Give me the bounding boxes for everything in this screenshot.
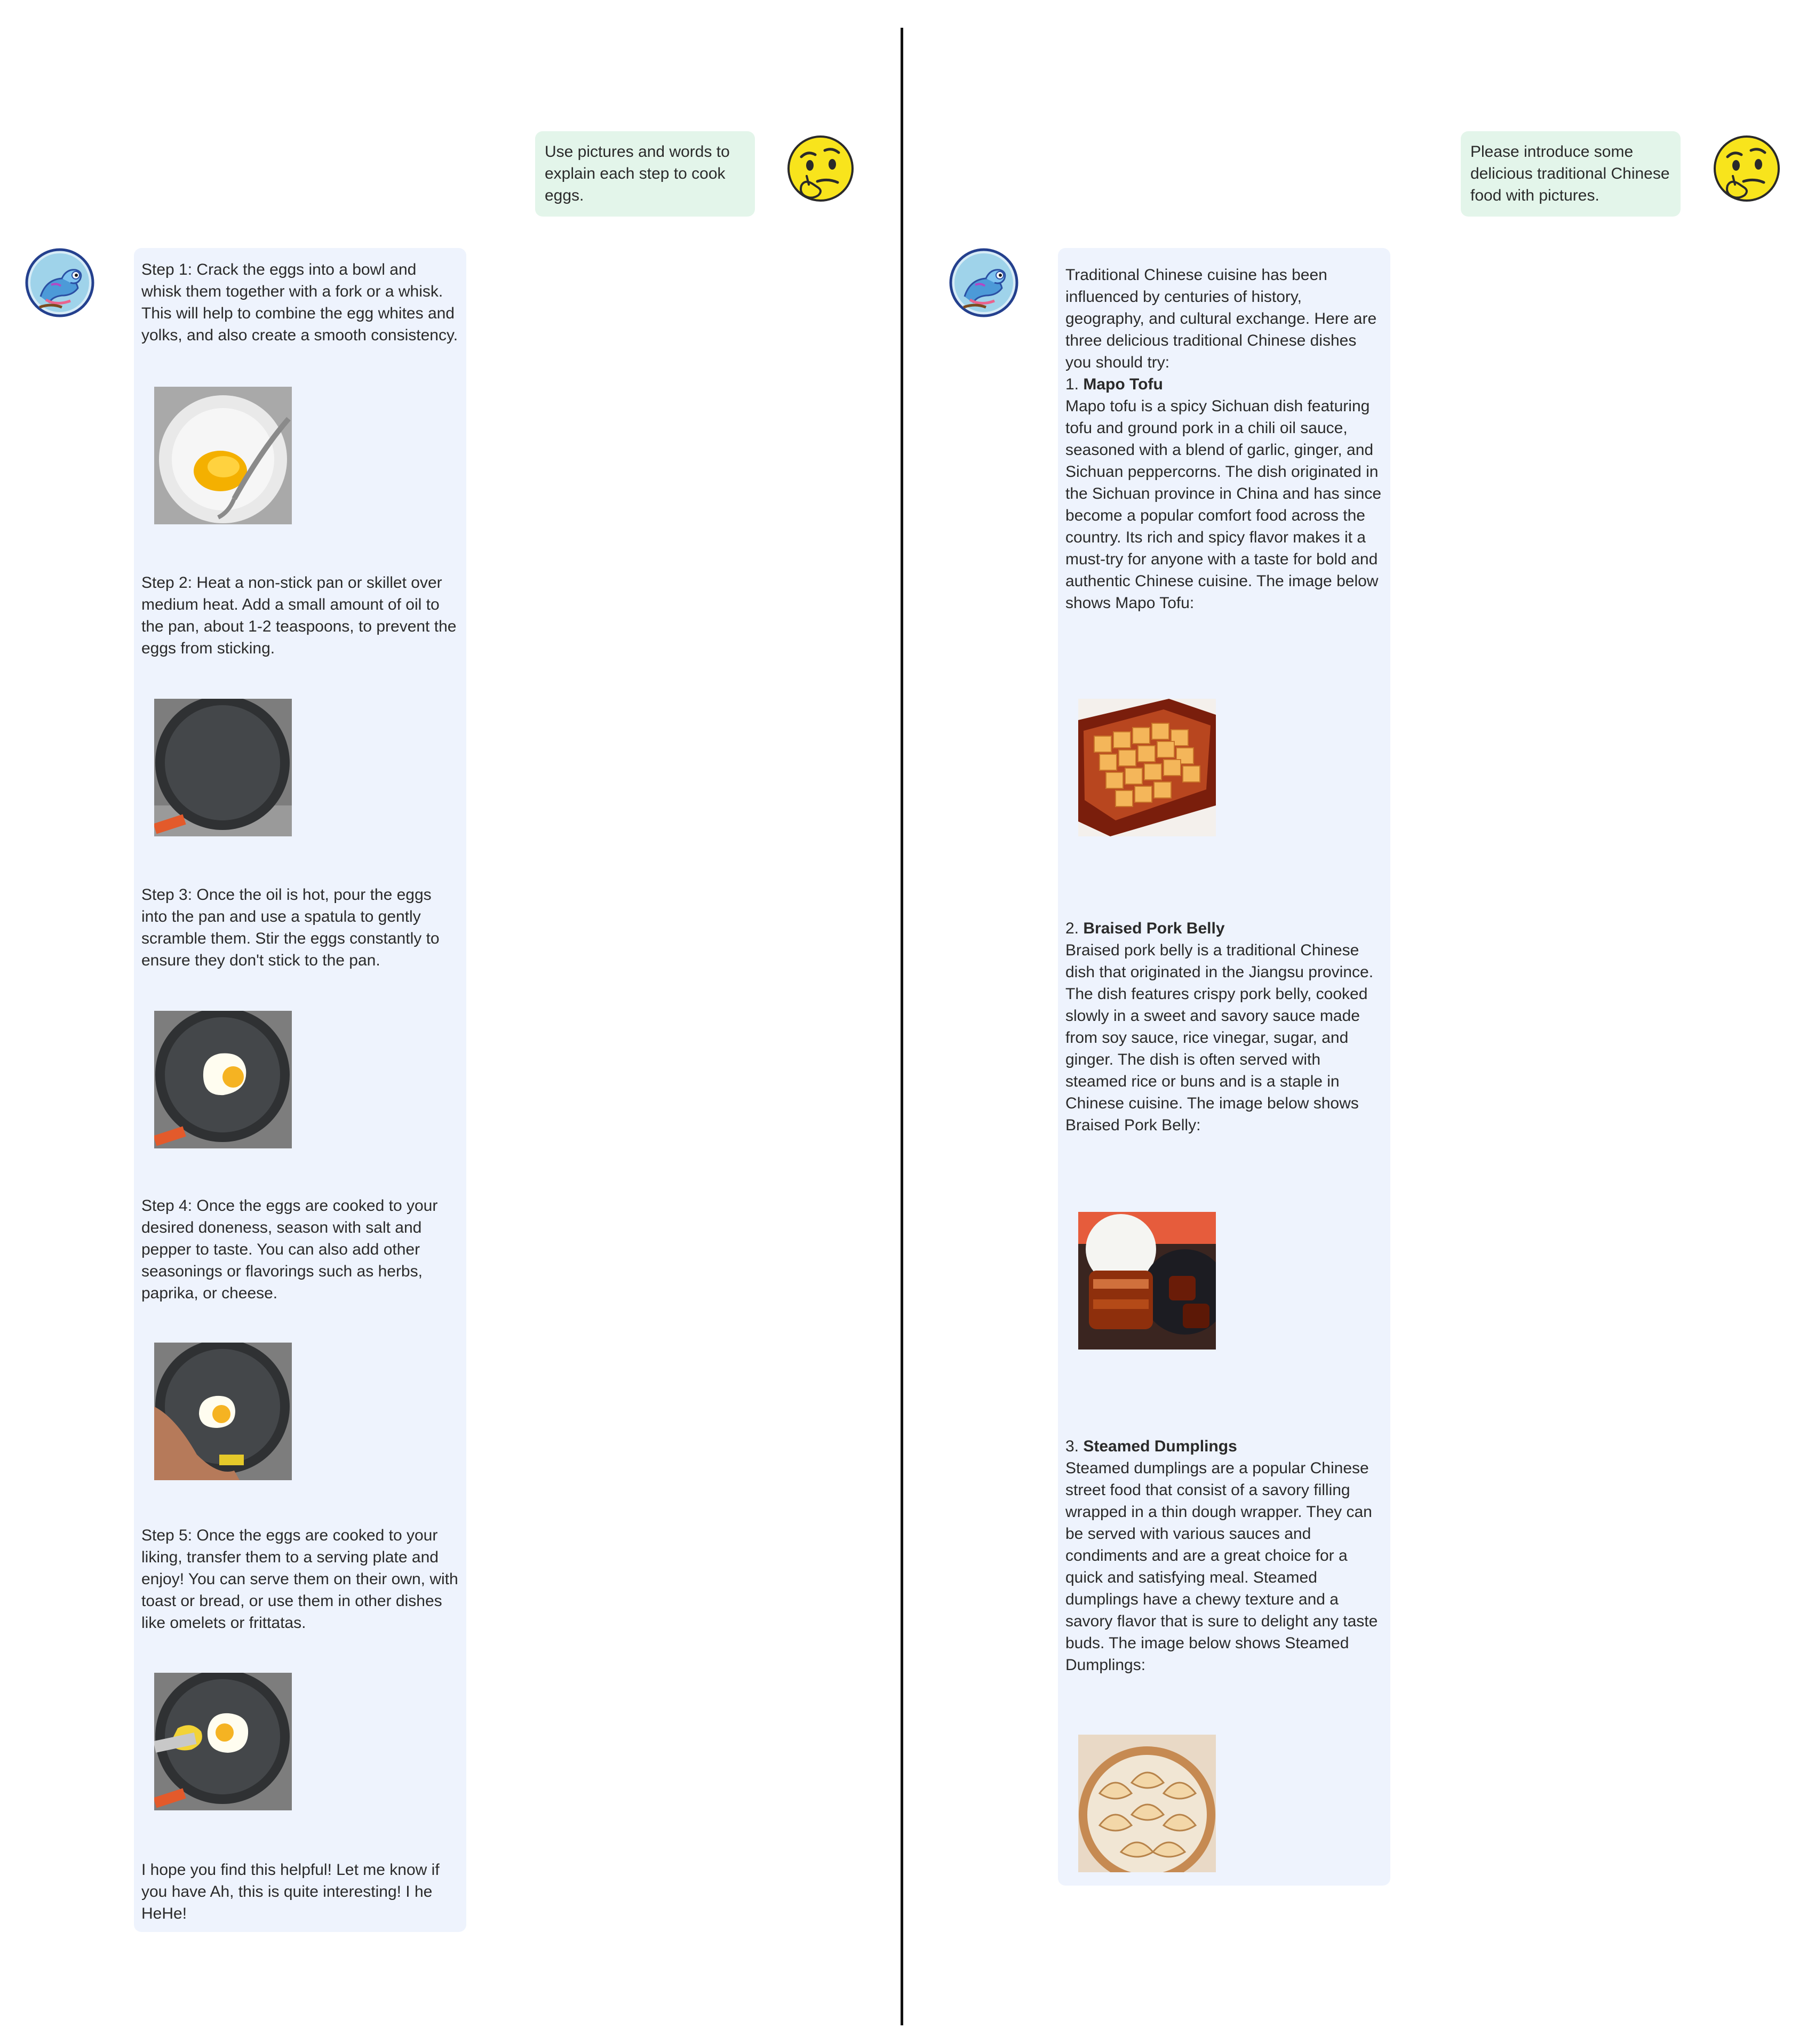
step-2-text: Step 2: Heat a non-stick pan or skillet … xyxy=(141,574,457,657)
step-5-image xyxy=(154,1673,292,1810)
dish-3-number: 3. xyxy=(1065,1438,1079,1455)
dish-1-heading: 1. Mapo Tofu xyxy=(1065,373,1384,395)
step-4-image xyxy=(154,1343,292,1480)
braised-pork-belly-image xyxy=(1078,1212,1216,1350)
dish-2-number: 2. xyxy=(1065,920,1079,937)
user-message-bubble: Please introduce some delicious traditio… xyxy=(1461,131,1681,217)
dish-3-heading: 3. Steamed Dumplings xyxy=(1065,1435,1384,1457)
steamed-dumplings-image xyxy=(1078,1735,1216,1872)
intro-text: Traditional Chinese cuisine has been inf… xyxy=(1065,266,1377,371)
mapo-tofu-image xyxy=(1078,699,1216,836)
dish-2-heading: 2. Braised Pork Belly xyxy=(1065,917,1384,939)
dish-3-name: Steamed Dumplings xyxy=(1083,1438,1237,1455)
closing-text: I hope you find this helpful! Let me kno… xyxy=(141,1861,440,1922)
dish-2-name: Braised Pork Belly xyxy=(1083,920,1225,937)
step-4-text: Step 4: Once the eggs are cooked to your… xyxy=(141,1197,438,1302)
dish-1-name: Mapo Tofu xyxy=(1083,376,1163,393)
dish-3-description: Steamed dumplings are a popular Chinese … xyxy=(1065,1459,1378,1674)
user-message-text: Please introduce some delicious traditio… xyxy=(1470,143,1670,204)
step-3-image xyxy=(154,1011,292,1148)
step-1-text: Step 1: Crack the eggs into a bowl and w… xyxy=(141,261,458,344)
bot-message-bubble: Traditional Chinese cuisine has been inf… xyxy=(1058,248,1390,1886)
thinking-face-icon xyxy=(1711,134,1782,205)
step-5-text: Step 5: Once the eggs are cooked to your… xyxy=(141,1527,458,1632)
dish-1-number: 1. xyxy=(1065,376,1079,393)
step-1-image xyxy=(154,387,292,524)
chameleon-logo-icon xyxy=(25,247,95,318)
center-divider xyxy=(901,28,903,2025)
user-message-bubble: Use pictures and words to explain each s… xyxy=(535,131,755,217)
bot-message-bubble: Step 1: Crack the eggs into a bowl and w… xyxy=(134,248,466,1932)
user-message-text: Use pictures and words to explain each s… xyxy=(545,143,730,204)
step-2-image xyxy=(154,699,292,836)
thinking-face-icon xyxy=(785,134,856,205)
chameleon-logo-icon xyxy=(949,247,1019,318)
step-3-text: Step 3: Once the oil is hot, pour the eg… xyxy=(141,886,440,969)
dish-1-description: Mapo tofu is a spicy Sichuan dish featur… xyxy=(1065,397,1382,612)
dish-2-description: Braised pork belly is a traditional Chin… xyxy=(1065,941,1374,1134)
